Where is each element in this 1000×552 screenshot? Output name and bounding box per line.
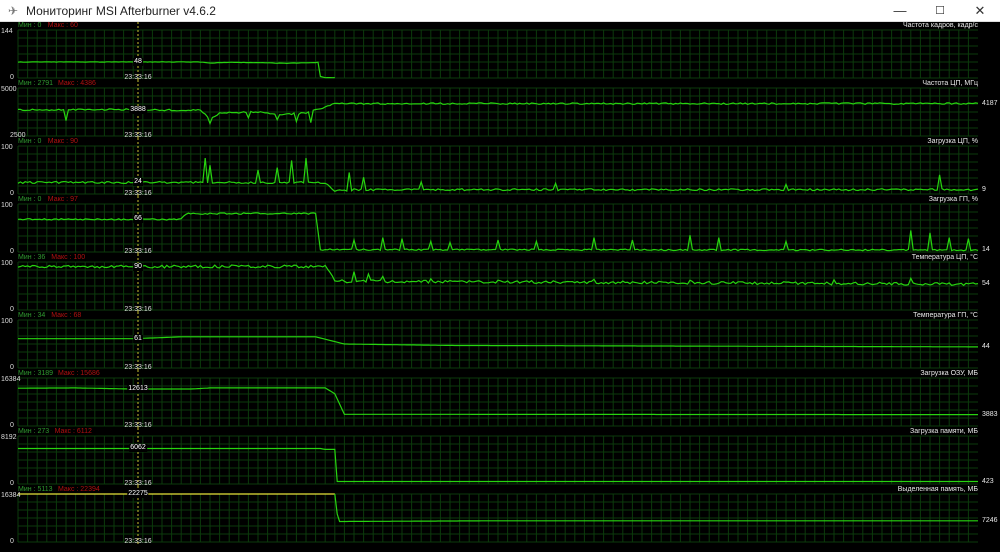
min-label: Мин : 5113 <box>18 486 53 493</box>
min-label: Мин : 2791 <box>18 80 54 87</box>
graph-panel[interactable]: Мин : 273 Макс : 6112 Загрузка памяти, МБ 8… <box>0 428 1000 487</box>
max-label: Макс : 60 <box>47 22 78 29</box>
graph-title: Частота ЦП, МГц <box>922 80 978 87</box>
current-value: 14 <box>982 246 990 254</box>
graph-panel[interactable]: Мин : 0 Макс : 97 Загрузка ГП, % 100 0 66 23:3… <box>0 196 1000 255</box>
max-label: Макс : 6112 <box>54 428 92 435</box>
graph-plot <box>17 138 979 196</box>
min-label: Мин : 34 <box>18 312 46 319</box>
cursor-value: 90 <box>133 262 143 271</box>
graph-plot <box>17 370 978 428</box>
graph-plot <box>17 428 978 486</box>
graph-plot <box>17 22 978 80</box>
min-label: Мин : 0 <box>18 22 42 29</box>
graph-plot <box>17 80 979 138</box>
scale-top: 16384 <box>1 376 21 383</box>
min-label: Мин : 36 <box>18 254 46 261</box>
title-bar: ✈ Мониторинг MSI Afterburner v4.6.2 — ☐ … <box>0 0 1000 22</box>
cursor-value: 6062 <box>129 444 147 453</box>
max-label: Макс : 97 <box>47 196 78 203</box>
current-value: 54 <box>982 280 990 288</box>
max-label: Макс : 22394 <box>58 486 100 493</box>
scale-top: 100 <box>1 144 13 151</box>
cursor-value: 61 <box>133 334 143 343</box>
scale-top: 100 <box>1 202 13 209</box>
graph-plot <box>17 196 979 254</box>
close-button[interactable]: ✕ <box>960 0 1000 22</box>
graph-title: Выделенная память, МБ <box>897 486 978 493</box>
graph-title: Температура ГП, °С <box>913 312 978 319</box>
current-value: 9 <box>982 185 986 193</box>
min-label: Мин : 0 <box>18 196 42 203</box>
graph-panel[interactable]: Мин : 34 Макс : 68 Температура ГП, °С 100 0 6… <box>0 312 1000 371</box>
graph-panel[interactable]: Мин : 3189 Макс : 15686 Загрузка ОЗУ, МБ 16… <box>0 370 1000 429</box>
window-title: Мониторинг MSI Afterburner v4.6.2 <box>26 3 216 18</box>
scale-top: 100 <box>1 260 13 267</box>
graph-title: Загрузка ОЗУ, МБ <box>920 370 978 377</box>
minimize-button[interactable]: — <box>880 0 920 22</box>
min-label: Мин : 0 <box>18 138 42 145</box>
min-label: Мин : 3189 <box>18 370 54 377</box>
current-value: 44 <box>982 342 990 350</box>
cursor-time: 23:33:16 <box>124 538 152 545</box>
current-value: 423 <box>982 477 994 485</box>
graph-panel[interactable]: Мин : 0 Макс : 90 Загрузка ЦП, % 100 0 24 23:3… <box>0 138 1000 197</box>
maximize-button[interactable]: ☐ <box>920 0 960 22</box>
cursor-value: 12613 <box>127 385 149 394</box>
app-icon: ✈ <box>7 3 19 18</box>
graph-title: Температура ЦП, °С <box>911 254 978 261</box>
scale-top: 144 <box>1 28 13 35</box>
graph-title: Загрузка памяти, МБ <box>910 428 978 435</box>
graph-plot <box>17 312 978 370</box>
scale-bottom: 0 <box>10 538 14 545</box>
graph-panel[interactable]: Мин : 0 Макс : 60 Частота кадров, кадр/с 14… <box>0 22 1000 81</box>
graph-plot <box>17 254 979 312</box>
max-label: Макс : 100 <box>51 254 86 261</box>
cursor-value: 48 <box>133 57 143 66</box>
cursor-value: 22275 <box>127 490 149 498</box>
current-value: 7246 <box>982 516 998 524</box>
graph-panel[interactable]: Мин : 36 Макс : 100 Температура ЦП, °С 100 0… <box>0 254 1000 313</box>
max-label: Макс : 68 <box>51 312 82 319</box>
scale-top: 100 <box>1 318 13 325</box>
cursor-value: 3888 <box>129 105 147 114</box>
graph-title: Частота кадров, кадр/с <box>902 22 978 29</box>
monitoring-graphs[interactable]: Мин : 0 Макс : 60 Частота кадров, кадр/с 14… <box>0 22 1000 552</box>
graph-title: Загрузка ГП, % <box>928 196 978 203</box>
graph-panel[interactable]: Мин : 2791 Макс : 4386 Частота ЦП, МГц 5000… <box>0 80 1000 139</box>
graph-title: Загрузка ЦП, % <box>927 138 978 145</box>
max-label: Макс : 15686 <box>58 370 100 377</box>
min-label: Мин : 273 <box>18 428 50 435</box>
scale-top: 5000 <box>1 86 17 93</box>
graph-panel[interactable]: Мин : 5113 Макс : 22394 Выделенная память,… <box>0 486 1000 545</box>
cursor-value: 66 <box>133 215 143 224</box>
graph-plot <box>17 486 978 544</box>
current-value: 3883 <box>982 410 998 418</box>
cursor-value: 24 <box>133 178 143 187</box>
max-label: Макс : 90 <box>47 138 78 145</box>
max-label: Макс : 4386 <box>58 80 96 87</box>
scale-top: 16384 <box>1 492 21 499</box>
scale-top: 8192 <box>1 434 17 441</box>
current-value: 4187 <box>982 99 998 107</box>
